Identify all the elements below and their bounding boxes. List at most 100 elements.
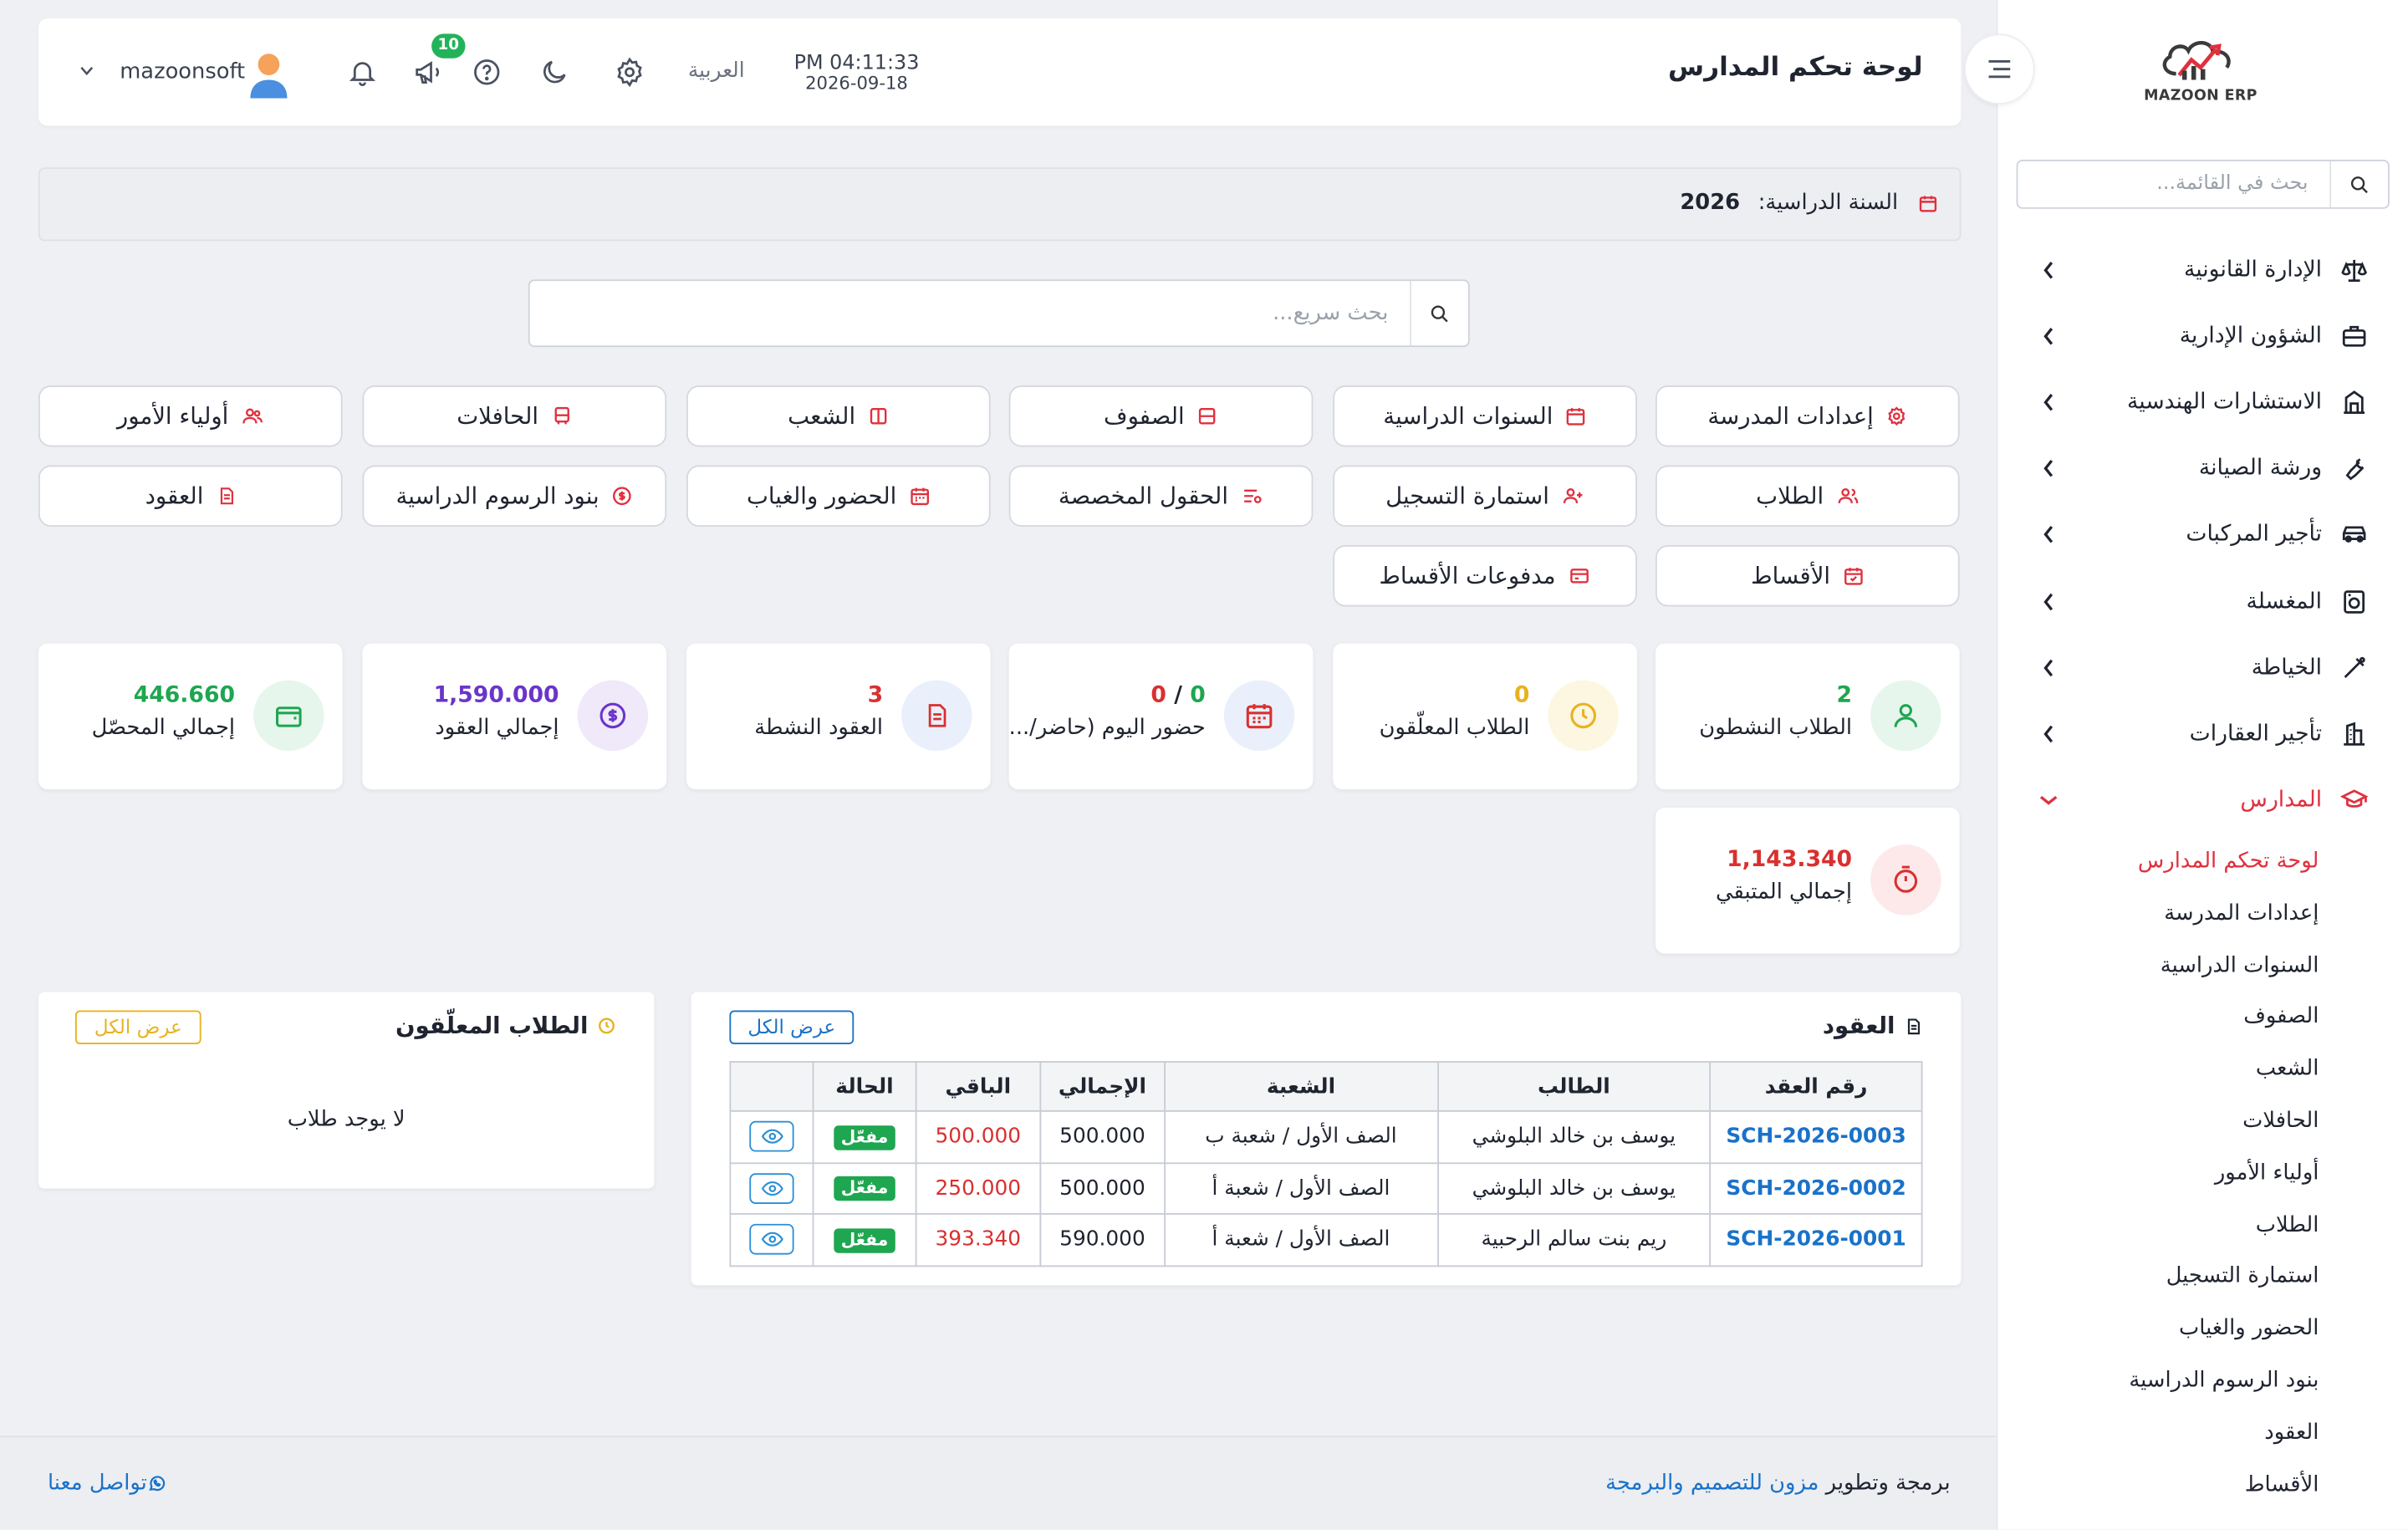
stat-total-collected: 446.660 إجمالي المحصّل bbox=[38, 643, 343, 790]
search-icon[interactable] bbox=[2329, 161, 2388, 207]
subnav-item-dashboard[interactable]: لوحة تحكم المدارس bbox=[1997, 837, 2408, 889]
table-row[interactable]: SCH-2026-0003 يوسف بن خالد البلوشي الصف … bbox=[729, 1109, 1923, 1164]
absent-count: 0 bbox=[1150, 683, 1166, 708]
sidebar-item-real-estate[interactable]: تأجير العقارات bbox=[1997, 701, 2408, 767]
quick-link-custom-fields[interactable]: الحقول المخصصة bbox=[1008, 465, 1314, 527]
menu-toggle-button[interactable] bbox=[1964, 33, 2035, 105]
column-header[interactable]: الحالة bbox=[812, 1061, 917, 1112]
subnav-item-registration[interactable]: استمارة التسجيل bbox=[1997, 1252, 2408, 1304]
contracts-view-all-button[interactable]: عرض الكل bbox=[729, 1010, 855, 1044]
sidebar-item-engineering[interactable]: الاستشارات الهندسية bbox=[1997, 369, 2408, 435]
subnav-item-sections[interactable]: الشعب bbox=[1997, 1044, 2408, 1096]
chevron-left-icon bbox=[2039, 526, 2058, 544]
sidebar-item-label: تأجير العقارات bbox=[2189, 722, 2323, 747]
subnav-item-fees[interactable]: بنود الرسوم الدراسية bbox=[1997, 1356, 2408, 1408]
help-icon[interactable] bbox=[470, 55, 503, 89]
stat-label: العقود النشطة bbox=[754, 715, 884, 741]
stat-total-contracts: 1,590.000 إجمالي العقود bbox=[362, 643, 667, 790]
quick-link-school-settings[interactable]: إعدادات المدرسة bbox=[1655, 385, 1960, 447]
pending-view-all-button[interactable]: عرض الكل bbox=[74, 1010, 202, 1044]
moon-icon[interactable] bbox=[538, 55, 571, 89]
subnav-item-contracts[interactable]: العقود bbox=[1997, 1408, 2408, 1460]
status-badge: مفعّل bbox=[833, 1125, 896, 1150]
sidebar-item-car-rental[interactable]: تأجير المركبات bbox=[1997, 502, 2408, 568]
quick-link-sections[interactable]: الشعب bbox=[686, 385, 991, 447]
quick-link-students[interactable]: الطلاب bbox=[1655, 465, 1960, 527]
quick-search[interactable]: بحث سريع... bbox=[528, 279, 1470, 348]
wallet-icon bbox=[253, 680, 324, 752]
quick-link-label: العقود bbox=[145, 482, 204, 510]
quick-link-attendance[interactable]: الحضور والغياب bbox=[686, 465, 991, 527]
stat-pending-students: 0 الطلاب المعلّقون bbox=[1333, 643, 1637, 790]
pending-panel-title: الطلاب المعلّقون bbox=[395, 1012, 616, 1039]
sidebar-item-tailoring[interactable]: الخياطة bbox=[1997, 635, 2408, 701]
subnav-item-attendance[interactable]: الحضور والغياب bbox=[1997, 1304, 2408, 1356]
quick-link-installment-payments[interactable]: مدفوعات الأقساط bbox=[1333, 545, 1637, 607]
quick-link-guardians[interactable]: أولياء الأمور bbox=[38, 385, 343, 447]
view-contract-button[interactable] bbox=[749, 1224, 794, 1256]
chevron-down-icon[interactable] bbox=[80, 66, 94, 75]
avatar[interactable] bbox=[247, 52, 290, 99]
view-contract-button[interactable] bbox=[749, 1173, 794, 1204]
quick-link-academic-years[interactable]: السنوات الدراسية bbox=[1333, 385, 1637, 447]
sidebar-item-label: تأجير المركبات bbox=[2186, 523, 2323, 548]
footer: برمجة وتطوير مزون للتصميم والبرمجة تواصل… bbox=[0, 1436, 1997, 1530]
stat-label: إجمالي المتبقي bbox=[1716, 880, 1853, 905]
table-header-row: رقم العقد الطالب الشعبة الإجمالي الباقي … bbox=[729, 1061, 1923, 1112]
search-icon[interactable] bbox=[1410, 281, 1468, 346]
sidebar-item-admin[interactable]: الشؤون الإدارية bbox=[1997, 303, 2408, 369]
subnav-item-grades[interactable]: الصفوف bbox=[1997, 992, 2408, 1044]
quick-link-grades[interactable]: الصفوف bbox=[1008, 385, 1314, 447]
quick-link-installments[interactable]: الأقساط bbox=[1655, 545, 1960, 607]
briefcase-icon bbox=[2337, 319, 2370, 353]
contract-code[interactable]: SCH-2026-0002 bbox=[1709, 1161, 1923, 1216]
subnav-item-installments[interactable]: الأقساط bbox=[1997, 1460, 2408, 1512]
column-header[interactable]: رقم العقد bbox=[1709, 1061, 1923, 1112]
footer-company-link[interactable]: مزون للتصميم والبرمجة bbox=[1605, 1471, 1819, 1496]
language-switch[interactable]: العربية bbox=[688, 59, 745, 83]
subnav-item-academic-years[interactable]: السنوات الدراسية bbox=[1997, 941, 2408, 992]
logo-icon bbox=[2162, 41, 2231, 80]
view-contract-button[interactable] bbox=[749, 1121, 794, 1153]
sidebar-item-schools[interactable]: المدارس bbox=[1997, 767, 2408, 833]
quick-search-input[interactable]: بحث سريع... bbox=[530, 281, 1410, 345]
gear-icon bbox=[1886, 405, 1908, 427]
column-header[interactable]: الباقي bbox=[915, 1061, 1042, 1112]
quick-link-buses[interactable]: الحافلات bbox=[362, 385, 667, 447]
quick-link-fees[interactable]: بنود الرسوم الدراسية bbox=[362, 465, 667, 527]
gear-icon[interactable] bbox=[613, 55, 646, 89]
contact-us-link[interactable]: تواصل معنا bbox=[48, 1471, 175, 1496]
sidebar-search[interactable]: بحث في القائمة... bbox=[2016, 160, 2390, 209]
sidebar-item-maintenance[interactable]: ورشة الصيانة bbox=[1997, 436, 2408, 502]
section-name: الصف الأول / شعبة ب bbox=[1163, 1109, 1439, 1164]
chevron-down-icon bbox=[2039, 794, 2058, 807]
subnav-item-guardians[interactable]: أولياء الأمور bbox=[1997, 1148, 2408, 1200]
contract-code[interactable]: SCH-2026-0001 bbox=[1709, 1213, 1923, 1267]
table-row[interactable]: SCH-2026-0002 يوسف بن خالد البلوشي الصف … bbox=[729, 1161, 1923, 1216]
bell-icon[interactable] bbox=[345, 55, 379, 89]
sidebar-item-legal[interactable]: الإدارة القانونية bbox=[1997, 237, 2408, 303]
sidebar-search-input[interactable]: بحث في القائمة... bbox=[2018, 161, 2329, 207]
chevron-left-icon bbox=[2039, 393, 2058, 411]
quick-link-registration[interactable]: استمارة التسجيل bbox=[1333, 465, 1637, 527]
sidebar-item-laundry[interactable]: المغسلة bbox=[1997, 568, 2408, 634]
subnav-item-buses[interactable]: الحافلات bbox=[1997, 1096, 2408, 1148]
subnav-item-students[interactable]: الطلاب bbox=[1997, 1201, 2408, 1252]
status-cell: مفعّل bbox=[812, 1109, 917, 1164]
user-menu[interactable]: mazoonsoft bbox=[120, 60, 245, 84]
column-header[interactable]: الإجمالي bbox=[1039, 1061, 1166, 1112]
column-header[interactable]: الشعبة bbox=[1163, 1061, 1439, 1112]
document-icon bbox=[1905, 1016, 1923, 1036]
column-header[interactable]: الطالب bbox=[1436, 1061, 1712, 1112]
megaphone-icon[interactable] bbox=[411, 55, 445, 89]
subnav-item-school-settings[interactable]: إعدادات المدرسة bbox=[1997, 889, 2408, 941]
status-badge: مفعّل bbox=[833, 1176, 896, 1202]
document-icon bbox=[216, 485, 236, 507]
quick-link-label: أولياء الأمور bbox=[116, 402, 229, 431]
app-logo[interactable]: MAZOON ERP bbox=[2140, 33, 2263, 114]
quick-link-contracts[interactable]: العقود bbox=[38, 465, 343, 527]
timer-icon bbox=[1870, 844, 1941, 915]
table-row[interactable]: SCH-2026-0001 ريم بنت سالم الرحبية الصف … bbox=[729, 1213, 1923, 1267]
contract-code[interactable]: SCH-2026-0003 bbox=[1709, 1109, 1923, 1164]
calendar-icon bbox=[1918, 193, 1938, 213]
